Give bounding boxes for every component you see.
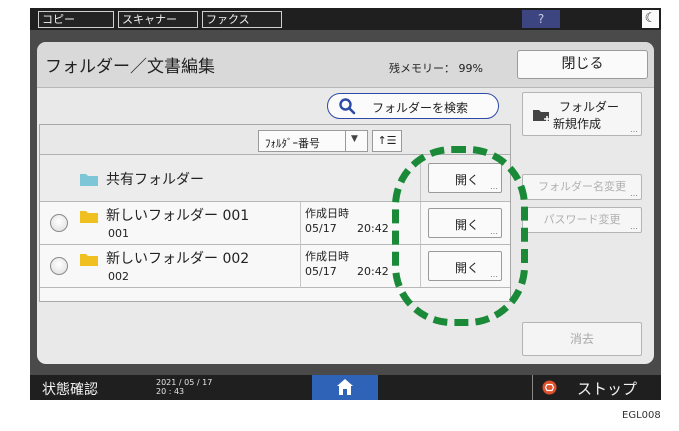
copy-tab[interactable]: コピー: [38, 11, 114, 28]
stop-icon[interactable]: [542, 380, 557, 399]
page-title: フォルダー／文書編集: [45, 57, 215, 77]
new-folder-label-line1: フォルダー: [559, 100, 620, 114]
status-check-button[interactable]: 状態確認: [42, 379, 98, 399]
stop-button[interactable]: ストップ: [577, 378, 637, 399]
folder-select-radio[interactable]: [50, 257, 68, 275]
top-bar: コピー スキャナー ファクス ? ☾: [30, 8, 661, 30]
clock-date: 2021 / 05 / 17: [156, 378, 213, 387]
created-time: 20:42: [357, 265, 389, 278]
more-indicator: …: [630, 189, 638, 198]
close-button[interactable]: 閉じる: [517, 50, 648, 79]
created-time: 20:42: [357, 222, 389, 235]
dialog-header: フォルダー／文書編集 残メモリー： 99% 閉じる: [37, 42, 654, 88]
new-folder-label-line2: 新規作成: [553, 117, 602, 131]
more-indicator: …: [630, 125, 638, 134]
figure-label: EGL008: [622, 410, 661, 421]
shared-folder-label: 共有フォルダー: [106, 172, 204, 188]
home-button[interactable]: [312, 375, 378, 400]
created-label: 作成日時: [305, 250, 349, 263]
memory-status: 残メモリー： 99%: [389, 62, 483, 75]
change-password-label: パスワード変更: [543, 213, 621, 226]
folder-icon: [80, 251, 98, 270]
folder-search-label: フォルダーを検索: [372, 101, 469, 115]
created-date: 05/17: [305, 222, 337, 235]
folder-name: 新しいフォルダー 001: [106, 208, 250, 224]
bottom-bar: 状態確認 2021 / 05 / 17 20 : 43 ストップ: [30, 375, 661, 400]
new-folder-icon: [532, 107, 552, 126]
clock-time: 20 : 43: [156, 387, 185, 396]
sort-key-label: ﾌｫﾙﾀﾞｰ番号: [265, 137, 320, 150]
clock: 2021 / 05 / 17 20 : 43: [156, 378, 212, 396]
fax-tab[interactable]: ファクス: [202, 11, 282, 28]
new-folder-button[interactable]: フォルダー 新規作成 …: [522, 92, 642, 136]
folder-edit-dialog: フォルダー／文書編集 残メモリー： 99% 閉じる フォルダーを検索 フォルダー…: [37, 42, 654, 364]
folder-name: 新しいフォルダー 002: [106, 251, 250, 267]
stop-divider: [532, 375, 533, 400]
folder-search-button[interactable]: フォルダーを検索: [327, 93, 499, 119]
delete-button[interactable]: 消去: [522, 322, 642, 356]
folder-number: 002: [108, 270, 129, 283]
more-indicator: …: [630, 222, 638, 231]
created-label: 作成日時: [305, 207, 349, 220]
sort-key-select[interactable]: ﾌｫﾙﾀﾞｰ番号 ▼: [258, 130, 368, 152]
scanner-tab[interactable]: スキャナー: [118, 11, 198, 28]
help-button[interactable]: ?: [522, 10, 560, 28]
shared-folder-icon: [80, 171, 98, 190]
open-buttons-highlight: [392, 146, 528, 326]
rename-folder-label: フォルダー名変更: [538, 180, 626, 193]
night-mode-button[interactable]: ☾: [642, 10, 659, 28]
search-icon: [338, 97, 356, 118]
sort-order-button[interactable]: ↑☰: [372, 130, 402, 152]
select-divider: [345, 131, 346, 151]
folder-icon: [80, 208, 98, 227]
rename-folder-button[interactable]: フォルダー名変更 …: [522, 174, 642, 200]
change-password-button[interactable]: パスワード変更 …: [522, 207, 642, 233]
folder-select-radio[interactable]: [50, 214, 68, 232]
created-date: 05/17: [305, 265, 337, 278]
home-icon: [337, 379, 353, 395]
chevron-down-icon: ▼: [351, 134, 358, 144]
folder-number: 001: [108, 227, 129, 240]
